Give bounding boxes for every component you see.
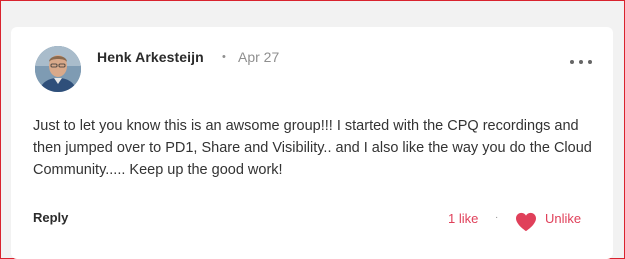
avatar[interactable] xyxy=(35,46,81,92)
unlike-button[interactable]: Unlike xyxy=(545,211,581,226)
heart-icon[interactable] xyxy=(515,212,537,232)
actions-separator: · xyxy=(495,212,499,223)
dot xyxy=(579,60,583,64)
reply-button[interactable]: Reply xyxy=(33,210,68,225)
likes-count-link[interactable]: 1 like xyxy=(448,211,478,226)
screenshot-frame: Henk Arkesteijn • Apr 27 Just to let you… xyxy=(0,0,625,259)
comment-body: Just to let you know this is an awsome g… xyxy=(33,118,592,178)
dot xyxy=(588,60,592,64)
more-options-icon[interactable] xyxy=(570,58,592,66)
comment-card: Henk Arkesteijn • Apr 27 Just to let you… xyxy=(11,27,613,259)
post-date[interactable]: Apr 27 xyxy=(238,49,279,65)
meta-separator: • xyxy=(222,51,226,63)
author-name[interactable]: Henk Arkesteijn xyxy=(97,49,204,65)
dot xyxy=(570,60,574,64)
avatar-photo xyxy=(35,46,81,92)
